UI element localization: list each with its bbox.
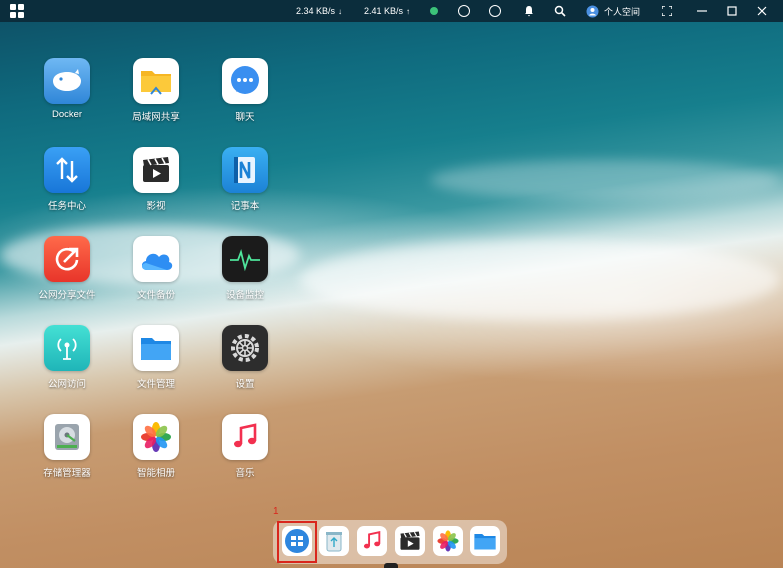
app-label: 任务中心 — [47, 201, 86, 212]
antenna-icon — [44, 325, 90, 371]
app-label: 音乐 — [235, 468, 255, 479]
status-dot-icon — [430, 7, 438, 15]
close-icon — [757, 6, 767, 16]
app-smart-album[interactable]: 智能相册 — [116, 414, 196, 479]
app-label: 文件备份 — [136, 290, 175, 301]
recycle-bin-icon — [326, 532, 342, 552]
shared-folder-icon — [133, 58, 179, 104]
app-docker[interactable]: Docker — [27, 58, 107, 120]
notification-button[interactable] — [523, 0, 535, 22]
top-bar: 2.34 KB/s ↓ 2.41 KB/s ↑ 个人空间 — [0, 0, 783, 22]
music-note-icon — [222, 414, 268, 460]
fullscreen-icon — [662, 6, 672, 16]
app-label: 聊天 — [235, 112, 255, 123]
sync-button[interactable] — [489, 0, 501, 22]
sync-icon — [489, 5, 501, 17]
app-file-manager[interactable]: 文件管理 — [116, 325, 196, 390]
bottom-handle[interactable] — [384, 563, 398, 568]
dock-item-video[interactable] — [395, 526, 425, 556]
heartbeat-monitor-icon — [222, 236, 268, 282]
app-public-share-file[interactable]: 公网分享文件 — [27, 236, 107, 301]
upload-speed: 2.41 KB/s ↑ — [364, 0, 410, 22]
app-video[interactable]: 影视 — [116, 147, 196, 212]
down-arrow-icon: ↓ — [338, 6, 343, 16]
app-menu-grid-icon[interactable] — [10, 4, 24, 18]
search-icon — [554, 5, 566, 17]
app-public-access[interactable]: 公网访问 — [27, 325, 107, 390]
app-label: 记事本 — [230, 201, 260, 212]
app-file-backup[interactable]: 文件备份 — [116, 236, 196, 301]
user-avatar-icon — [586, 5, 599, 17]
app-music[interactable]: 音乐 — [205, 414, 285, 479]
close-button[interactable] — [757, 0, 767, 22]
whale-icon — [44, 58, 90, 104]
wave-foam — [300, 240, 780, 320]
bell-icon — [525, 6, 533, 17]
hard-drive-icon — [44, 414, 90, 460]
photos-icon — [133, 414, 179, 460]
clapperboard-icon — [400, 531, 420, 550]
annotation-highlight-box — [277, 521, 317, 563]
app-label: 公网分享文件 — [38, 290, 96, 301]
maximize-button[interactable] — [727, 0, 737, 22]
chat-bubble-icon — [222, 58, 268, 104]
minimize-button[interactable] — [697, 0, 707, 22]
dock-item-recycle-bin[interactable] — [319, 526, 349, 556]
folder-icon — [474, 533, 496, 550]
app-lan-share[interactable]: 局域网共享 — [116, 58, 196, 123]
annotation-number: 1 — [273, 506, 279, 517]
app-label: 文件管理 — [136, 379, 175, 390]
app-label: 存储管理器 — [43, 468, 91, 479]
app-label: 智能相册 — [136, 468, 175, 479]
minimize-icon — [697, 10, 707, 12]
app-label: 局域网共享 — [132, 112, 180, 123]
user-menu[interactable]: 个人空间 — [586, 0, 640, 22]
remote-access-button[interactable] — [458, 0, 470, 22]
share-arrow-icon — [44, 236, 90, 282]
cloud-backup-icon — [133, 236, 179, 282]
download-speed: 2.34 KB/s ↓ — [296, 0, 342, 22]
download-speed-text: 2.34 KB/s — [296, 6, 336, 16]
app-storage-manager[interactable]: 存储管理器 — [27, 414, 107, 479]
app-device-monitor[interactable]: 设备监控 — [205, 236, 285, 301]
search-button[interactable] — [554, 0, 566, 22]
music-note-icon — [363, 531, 381, 549]
app-label: 设置 — [235, 379, 255, 390]
app-label: 设备监控 — [225, 290, 264, 301]
gear-icon — [222, 325, 268, 371]
maximize-icon — [727, 6, 737, 16]
clapperboard-icon — [133, 147, 179, 193]
app-label: 公网访问 — [47, 379, 86, 390]
dock-item-photos[interactable] — [433, 526, 463, 556]
upload-speed-text: 2.41 KB/s — [364, 6, 404, 16]
app-label: Docker — [51, 109, 83, 120]
status-indicator[interactable] — [430, 0, 438, 22]
app-chat[interactable]: 聊天 — [205, 58, 285, 123]
fullscreen-button[interactable] — [662, 0, 672, 22]
app-settings[interactable]: 设置 — [205, 325, 285, 390]
user-label: 个人空间 — [604, 6, 641, 17]
photos-icon — [437, 530, 459, 552]
folder-icon — [133, 325, 179, 371]
remote-link-icon — [458, 5, 470, 17]
app-task-center[interactable]: 任务中心 — [27, 147, 107, 212]
notebook-icon — [222, 147, 268, 193]
app-notepad[interactable]: 记事本 — [205, 147, 285, 212]
wave-foam — [430, 160, 780, 200]
dock-item-files[interactable] — [470, 526, 500, 556]
up-arrow-icon: ↑ — [406, 6, 411, 16]
transfer-arrows-icon — [44, 147, 90, 193]
app-label: 影视 — [146, 201, 166, 212]
dock-item-music[interactable] — [357, 526, 387, 556]
